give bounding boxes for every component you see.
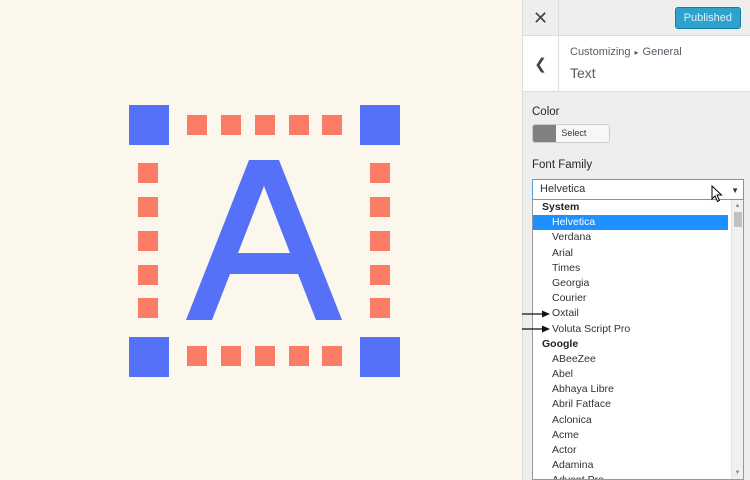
corner-square	[129, 105, 169, 145]
close-icon: ✕	[532, 7, 549, 28]
scrollbar-thumb[interactable]	[734, 212, 742, 227]
font-option[interactable]: Times	[533, 261, 728, 276]
dot-square	[289, 346, 309, 366]
font-option[interactable]: Georgia	[533, 276, 728, 291]
font-family-label: Font Family	[532, 159, 593, 171]
corner-square	[360, 337, 400, 377]
dot-square	[187, 115, 207, 135]
dot-square	[255, 115, 275, 135]
dot-square	[370, 163, 390, 183]
dot-square	[138, 231, 158, 251]
customizer-topbar: ✕ Published	[523, 0, 750, 36]
dot-square	[138, 163, 158, 183]
font-option[interactable]: Abril Fatface	[533, 397, 728, 412]
color-swatch	[533, 125, 557, 142]
dot-square	[370, 265, 390, 285]
font-option[interactable]: ABeeZee	[533, 352, 728, 367]
option-group-label: Google	[542, 337, 579, 350]
dot-square	[370, 197, 390, 217]
back-button[interactable]: ❮	[523, 36, 559, 92]
dot-square	[138, 265, 158, 285]
publish-button[interactable]: Published	[674, 7, 741, 29]
scroll-down-icon[interactable]: ▼	[732, 468, 743, 479]
customizer-sidebar: ✕ Published ❮ Customizing ▸ General Text C…	[522, 0, 750, 480]
corner-square	[129, 337, 169, 377]
font-option[interactable]: Courier	[533, 291, 728, 306]
font-option[interactable]: Oxtail	[533, 306, 728, 321]
letter-a-shape	[186, 160, 342, 320]
font-option[interactable]: Acme	[533, 428, 728, 443]
preview-canvas	[0, 0, 522, 480]
font-option[interactable]: Actor	[533, 443, 728, 458]
dropdown-scrollbar[interactable]: ▲ ▼	[731, 200, 743, 479]
font-option[interactable]: Advent Pro	[533, 473, 728, 479]
dot-square	[322, 115, 342, 135]
dropdown-arrow-icon: ▼	[731, 186, 739, 195]
breadcrumb-section: General	[642, 46, 682, 58]
dot-square	[370, 231, 390, 251]
dot-square	[370, 298, 390, 318]
select-color-button[interactable]: Select Color	[532, 124, 610, 143]
scroll-up-icon[interactable]: ▲	[732, 201, 743, 212]
font-family-value: Helvetica	[540, 183, 586, 195]
section-title: Text	[570, 65, 596, 81]
dot-square	[322, 346, 342, 366]
option-group-label: System	[542, 201, 580, 213]
dot-square	[221, 346, 241, 366]
font-option[interactable]: Abhaya Libre	[533, 382, 728, 397]
font-option[interactable]: Helvetica	[533, 215, 728, 231]
select-color-label: Select Color	[561, 128, 587, 138]
dot-square	[255, 346, 275, 366]
letter-a-glyph	[186, 160, 342, 320]
annotation-arrow-icon	[522, 310, 550, 318]
font-option[interactable]: Verdana	[533, 230, 728, 245]
breadcrumb-separator-icon: ▸	[634, 48, 639, 57]
mouse-cursor-icon	[711, 185, 723, 203]
font-option[interactable]: Abel	[533, 367, 728, 382]
font-options: System Helvetica Verdana Arial Times Georgia C…	[533, 200, 728, 479]
font-family-dropdown-list: System Helvetica Verdana Arial Times Georgia C…	[532, 200, 744, 480]
dot-square	[138, 298, 158, 318]
dot-square	[187, 346, 207, 366]
font-option[interactable]: Aclonica	[533, 413, 728, 428]
dot-square	[221, 115, 241, 135]
breadcrumb: Customizing ▸ General	[570, 46, 682, 58]
color-label: Color	[532, 106, 560, 118]
font-option[interactable]: Arial	[533, 246, 728, 261]
dot-square	[138, 197, 158, 217]
annotation-arrow-icon	[522, 325, 550, 333]
font-option[interactable]: Voluta Script Pro	[533, 322, 728, 337]
chevron-left-icon: ❮	[534, 56, 547, 73]
breadcrumb-root: Customizing	[570, 46, 631, 58]
section-header: ❮ Customizing ▸ General Text	[523, 36, 750, 92]
dot-square	[289, 115, 309, 135]
close-button[interactable]: ✕	[523, 0, 559, 36]
corner-square	[360, 105, 400, 145]
font-option[interactable]: Adamina	[533, 458, 728, 473]
